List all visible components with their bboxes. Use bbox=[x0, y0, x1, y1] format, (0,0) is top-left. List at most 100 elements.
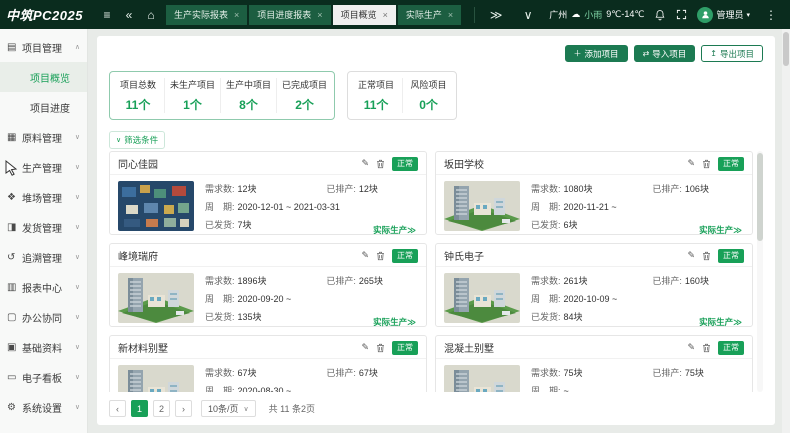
sidebar-item[interactable]: ▦ 原料管理 ∨ bbox=[0, 122, 87, 152]
tab[interactable]: 生产实际报表 × bbox=[166, 5, 247, 25]
tab-close-icon[interactable]: × bbox=[317, 10, 322, 20]
shipped-field: 已发货:84块 bbox=[531, 310, 652, 323]
actual-production-link[interactable]: 实际生产≫ bbox=[373, 316, 416, 328]
menu-icon[interactable]: ≡ bbox=[96, 8, 118, 22]
delete-icon[interactable] bbox=[376, 159, 385, 169]
sidebar-item-label: 堆场管理 bbox=[22, 190, 75, 205]
prev-page-button[interactable]: ‹ bbox=[109, 400, 126, 417]
delete-icon[interactable] bbox=[376, 343, 385, 353]
dropdown-caret-icon[interactable]: ∨ bbox=[517, 8, 539, 22]
expand-panel-icon[interactable]: ≫ bbox=[485, 8, 507, 22]
shipped-label: 已发货: bbox=[205, 312, 235, 322]
sidebar-item[interactable]: ⚙ 系统设置 ∨ bbox=[0, 392, 87, 422]
scheduled-value: 160块 bbox=[685, 276, 709, 286]
cards-scrollbar-thumb[interactable] bbox=[757, 153, 763, 241]
topbar-right: ≫ ∨ 广州 ☁ 小雨 9℃-14℃ 管理员 ▾ ⋮ bbox=[474, 7, 790, 23]
project-title: 混凝土别墅 bbox=[444, 340, 687, 355]
sidebar-item[interactable]: ▢ 办公协同 ∨ bbox=[0, 302, 87, 332]
delete-icon[interactable] bbox=[702, 343, 711, 353]
cards-scrollbar[interactable] bbox=[757, 151, 763, 392]
page-number-button[interactable]: 1 bbox=[131, 400, 148, 417]
tab[interactable]: 实际生产 × bbox=[398, 5, 461, 25]
tab-close-icon[interactable]: × bbox=[448, 10, 453, 20]
sidebar-item[interactable]: ◔ 生产管理 ∨ bbox=[0, 152, 87, 182]
filter-toggle-button[interactable]: ∨ 筛选条件 bbox=[109, 131, 165, 149]
edit-icon[interactable]: ✎ bbox=[361, 158, 369, 169]
content-panel: ＋ 添加项目 ⇄ 导入项目 ↥ 导出项目 项目总数 bbox=[97, 36, 775, 425]
stat-cell: 生产中项目 8个 bbox=[220, 78, 276, 113]
card-header: 坂田学校 ✎ 正常 bbox=[436, 152, 752, 175]
pagination: ‹ 1 2 › 10条/页 ∨ 共 11 条2页 bbox=[109, 400, 763, 417]
scheduled-field: 已排产:67块 bbox=[326, 366, 418, 379]
delete-icon[interactable] bbox=[376, 251, 385, 261]
sidebar-item-label: 系统设置 bbox=[22, 400, 75, 415]
sidebar-item[interactable]: ▣ 基础资料 ∨ bbox=[0, 332, 87, 362]
collapse-sidebar-icon[interactable]: « bbox=[118, 8, 140, 22]
period-field: 周 期:~ bbox=[531, 384, 744, 392]
sidebar-item[interactable]: ❖ 堆场管理 ∨ bbox=[0, 182, 87, 212]
actual-production-link[interactable]: 实际生产≫ bbox=[699, 224, 742, 236]
sidebar-item[interactable]: 项目概览 bbox=[0, 62, 87, 92]
page-scrollbar[interactable] bbox=[782, 29, 790, 433]
tab-close-icon[interactable]: × bbox=[383, 10, 388, 20]
bell-icon[interactable] bbox=[654, 9, 666, 21]
edit-icon[interactable]: ✎ bbox=[361, 250, 369, 261]
period-field: 周 期:2020-09-20 ~ bbox=[205, 292, 418, 305]
edit-icon[interactable]: ✎ bbox=[361, 342, 369, 353]
delete-icon[interactable] bbox=[702, 159, 711, 169]
chevron-icon: ∨ bbox=[75, 403, 80, 411]
project-title: 同心佳园 bbox=[118, 156, 361, 171]
page-size-select[interactable]: 10条/页 ∨ bbox=[201, 400, 256, 417]
card-body: 需求数:261块 已排产:160块 周 期:2020-10-09 ~ 已发货:8… bbox=[436, 267, 752, 333]
fullscreen-icon[interactable] bbox=[676, 9, 687, 20]
shipped-label: 已发货: bbox=[531, 312, 561, 322]
period-value: 2020-09-20 ~ bbox=[238, 294, 292, 304]
sidebar-item[interactable]: ▭ 电子看板 ∨ bbox=[0, 362, 87, 392]
page-scrollbar-thumb[interactable] bbox=[783, 32, 789, 66]
toolbar: ＋ 添加项目 ⇄ 导入项目 ↥ 导出项目 bbox=[109, 45, 763, 63]
card-body: 需求数:12块 已排产:12块 周 期:2020-12-01 ~ 2021-03… bbox=[110, 175, 426, 241]
next-page-button[interactable]: › bbox=[175, 400, 192, 417]
user-menu[interactable]: 管理员 ▾ bbox=[697, 7, 750, 23]
tab-close-icon[interactable]: × bbox=[234, 10, 239, 20]
chevron-icon: ∨ bbox=[75, 223, 80, 231]
edit-icon[interactable]: ✎ bbox=[687, 158, 695, 169]
period-label: 周 期: bbox=[205, 202, 235, 212]
yard-management-icon: ❖ bbox=[7, 192, 20, 203]
demand-field: 需求数:1896块 bbox=[205, 274, 326, 287]
actual-production-link[interactable]: 实际生产≫ bbox=[699, 316, 742, 328]
sidebar-item[interactable]: ▤ 项目管理 ∧ bbox=[0, 32, 87, 62]
period-label: 周 期: bbox=[531, 294, 561, 304]
tab[interactable]: 项目概览 × bbox=[333, 5, 396, 25]
edit-icon[interactable]: ✎ bbox=[687, 342, 695, 353]
import-project-button[interactable]: ⇄ 导入项目 bbox=[634, 45, 696, 62]
add-project-button[interactable]: ＋ 添加项目 bbox=[565, 45, 628, 62]
card-body: 需求数:1080块 已排产:106块 周 期:2020-11-21 ~ 已发货:… bbox=[436, 175, 752, 241]
project-thumbnail bbox=[118, 273, 194, 323]
more-options-icon[interactable]: ⋮ bbox=[760, 8, 782, 22]
sidebar-item[interactable]: 项目进度 bbox=[0, 92, 87, 122]
period-value: ~ bbox=[564, 386, 569, 392]
card-header: 同心佳园 ✎ 正常 bbox=[110, 152, 426, 175]
shipped-field: 已发货:7块 bbox=[205, 218, 326, 231]
demand-field: 需求数:261块 bbox=[531, 274, 652, 287]
card-fields: 需求数:1896块 已排产:265块 周 期:2020-09-20 ~ 已发货:… bbox=[205, 273, 418, 328]
tab[interactable]: 项目进度报表 × bbox=[249, 5, 330, 25]
delete-icon[interactable] bbox=[702, 251, 711, 261]
sidebar-item[interactable]: ↺ 追溯管理 ∨ bbox=[0, 242, 87, 272]
scheduled-label: 已排产: bbox=[326, 368, 356, 378]
home-icon[interactable]: ⌂ bbox=[140, 8, 162, 22]
demand-label: 需求数: bbox=[531, 184, 561, 194]
edit-icon[interactable]: ✎ bbox=[687, 250, 695, 261]
card-fields: 需求数:12块 已排产:12块 周 期:2020-12-01 ~ 2021-03… bbox=[205, 181, 418, 236]
sidebar-item[interactable]: ◨ 发货管理 ∨ bbox=[0, 212, 87, 242]
actual-production-link[interactable]: 实际生产≫ bbox=[373, 224, 416, 236]
weather-temp: 9℃-14℃ bbox=[606, 9, 644, 20]
page-number-button[interactable]: 2 bbox=[153, 400, 170, 417]
stats-row: 项目总数 11个 未生产项目 1个 生产中项目 8个 bbox=[109, 71, 763, 120]
sidebar-item[interactable]: ▥ 报表中心 ∨ bbox=[0, 272, 87, 302]
period-field: 周 期:2020-11-21 ~ bbox=[531, 200, 744, 213]
export-project-button[interactable]: ↥ 导出项目 bbox=[701, 45, 763, 62]
app-window: 中筑PC2025 ≡ « ⌂ 生产实际报表 × 项目进度报表 × 项目概览 × bbox=[0, 0, 790, 433]
card-actions: ✎ 正常 bbox=[361, 157, 418, 171]
